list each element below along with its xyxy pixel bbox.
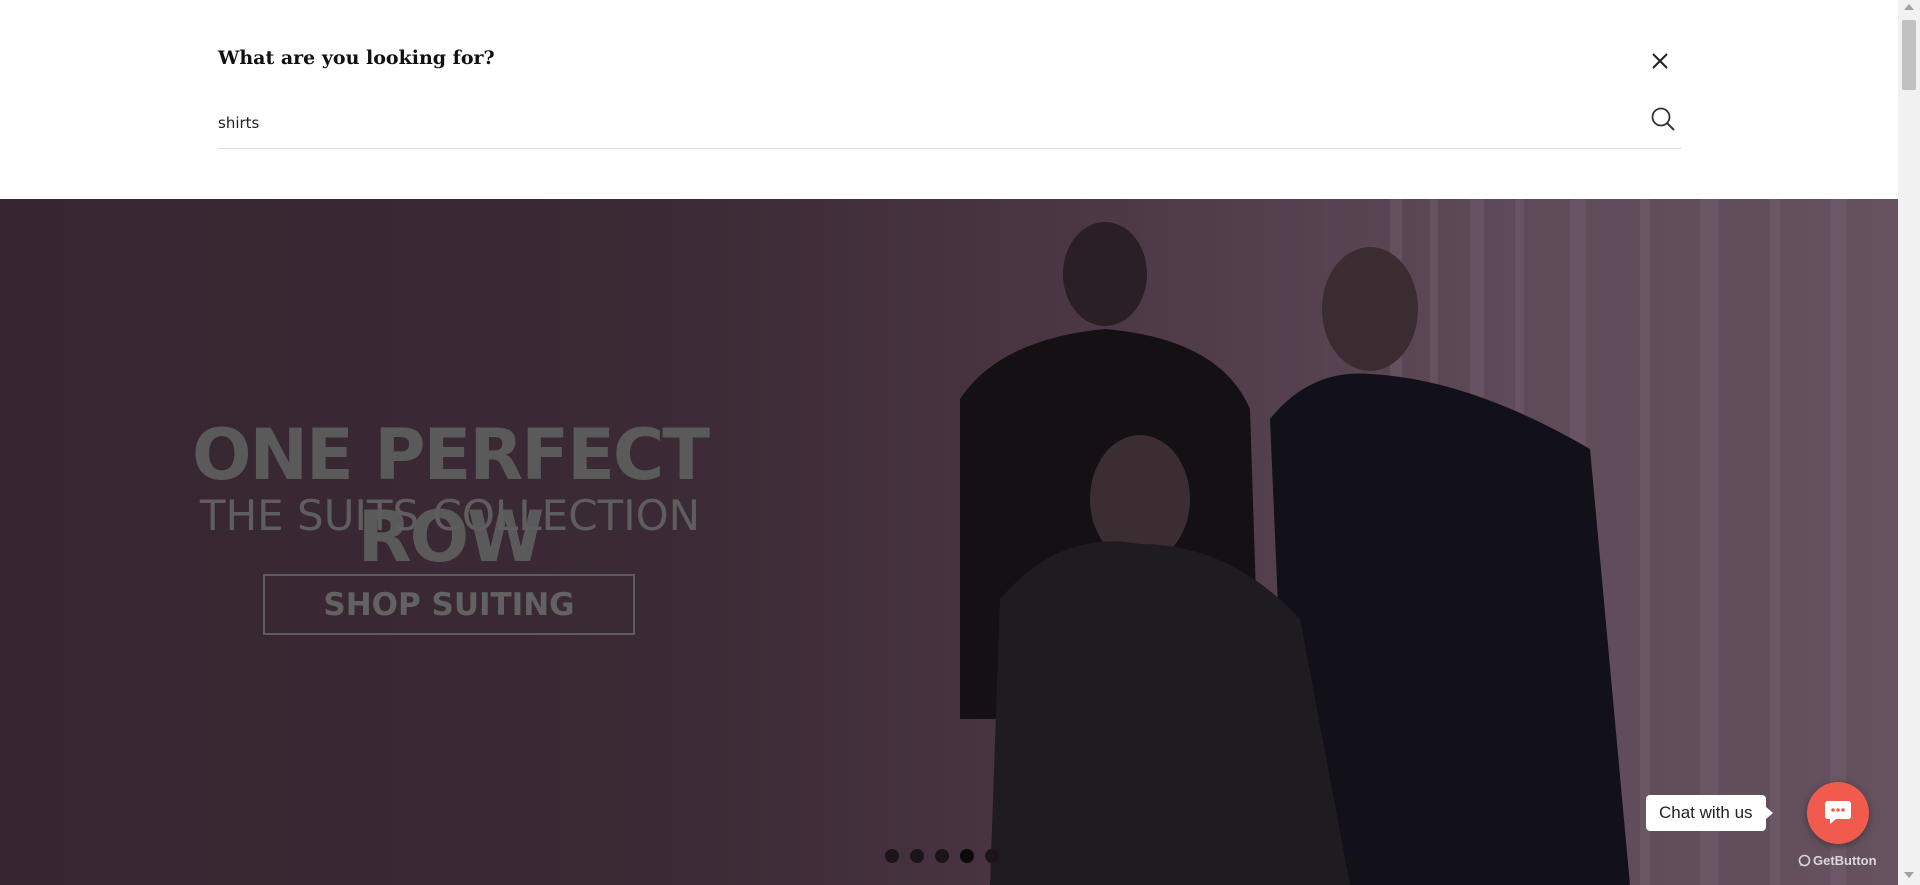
close-search-button[interactable] xyxy=(1648,49,1672,73)
scroll-up-arrow-icon[interactable] xyxy=(1904,4,1914,10)
search-submit-button[interactable] xyxy=(1648,104,1678,134)
getbutton-label: GetButton xyxy=(1813,853,1877,868)
close-icon xyxy=(1652,53,1668,69)
chat-button[interactable] xyxy=(1807,782,1869,844)
getbutton-credit[interactable]: GetButton xyxy=(1798,853,1877,868)
chat-icon xyxy=(1825,801,1851,824)
chat-tooltip[interactable]: Chat with us xyxy=(1646,795,1773,831)
search-icon xyxy=(1651,107,1675,131)
search-input[interactable] xyxy=(218,108,1618,138)
slider-dot[interactable] xyxy=(985,849,999,863)
search-underline xyxy=(218,148,1681,149)
search-panel: What are you looking for? xyxy=(0,0,1898,199)
slider-dot-active[interactable] xyxy=(960,849,974,863)
vertical-scrollbar[interactable] xyxy=(1898,0,1920,885)
hero-banner: ONE PERFECT ROW THE SUITS COLLECTION SHO… xyxy=(0,199,1898,885)
slider-dots xyxy=(885,849,999,863)
search-title: What are you looking for? xyxy=(218,47,495,69)
hero-subheadline: THE SUITS COLLECTION xyxy=(199,491,701,540)
slider-dot[interactable] xyxy=(935,849,949,863)
slider-dot[interactable] xyxy=(885,849,899,863)
getbutton-logo-icon xyxy=(1798,854,1811,867)
slider-dot[interactable] xyxy=(910,849,924,863)
scroll-down-arrow-icon[interactable] xyxy=(1904,872,1914,878)
scroll-thumb[interactable] xyxy=(1902,20,1916,90)
shop-suiting-button[interactable]: SHOP SUITING xyxy=(263,574,635,635)
